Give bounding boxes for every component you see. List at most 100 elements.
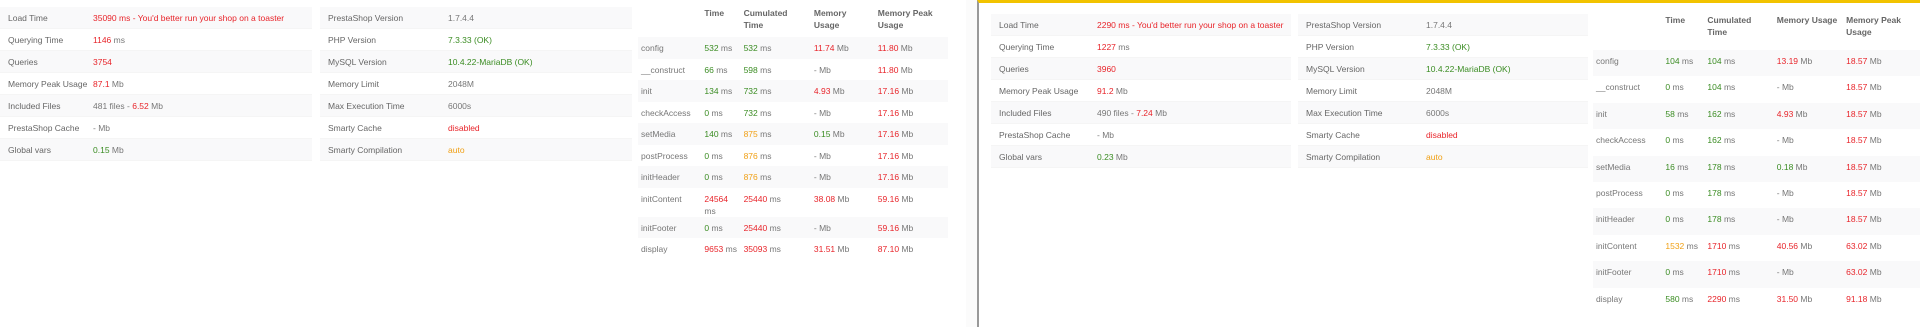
config-label: Memory Limit	[328, 78, 380, 89]
hook-row: setMedia 140 ms 875 ms 0.15 Mb 17.16 Mb	[638, 123, 948, 145]
config-value: auto	[1426, 152, 1443, 162]
metric-value: 25440	[743, 222, 768, 233]
hook-peak: 18.57 Mb	[1843, 182, 1920, 208]
metric-value: 162	[1707, 135, 1722, 146]
summary-row: Memory Peak Usage 91.2 Mb	[991, 80, 1291, 102]
value-part: disabled	[448, 122, 480, 133]
summary-row: Included Files 481 files - 6.52 Mb	[0, 95, 312, 117]
value-part: 1.7.4.4	[448, 12, 474, 23]
metric-value: 1710	[1707, 267, 1727, 278]
hook-mem: - Mb	[1774, 129, 1843, 155]
hook-name: checkAccess	[641, 107, 691, 118]
summary-value: 91.2 Mb	[1097, 86, 1128, 96]
metric-unit: ms	[757, 150, 772, 161]
metric-value: 178	[1707, 161, 1722, 172]
hook-time: 0 ms	[701, 145, 740, 167]
config-value: 7.3.33 (OK)	[1426, 42, 1470, 52]
hook-mem: 31.51 Mb	[811, 238, 875, 260]
config-label: Smarty Compilation	[1306, 151, 1381, 162]
column-header: Cumulated Time	[743, 8, 788, 30]
hook-peak: 87.10 Mb	[875, 238, 948, 260]
metric-value: 876	[743, 150, 758, 161]
hook-mem: - Mb	[810, 166, 875, 188]
metric-unit: Mb	[816, 150, 831, 161]
hook-row: checkAccess 0 ms 162 ms - Mb 18.57 Mb	[1593, 129, 1920, 155]
hook-mem: - Mb	[1774, 76, 1843, 102]
config-table: PrestaShop Version 1.7.4.4 PHP Version 7.3.…	[1298, 14, 1588, 168]
metric-unit: Mb	[1867, 135, 1882, 146]
hook-cum: 876 ms	[740, 166, 811, 188]
metric-unit: Mb	[899, 86, 914, 96]
metric-unit: Mb	[898, 64, 913, 75]
summary-value: 490 files - 7.24 Mb	[1097, 108, 1167, 118]
metric-unit: ms	[713, 64, 728, 75]
hook-mem: - Mb	[1773, 208, 1844, 235]
config-row: Max Execution Time 6000s	[320, 95, 632, 117]
metric-unit: ms	[1674, 161, 1689, 172]
hook-row: __construct 66 ms 598 ms - Mb 11.80 Mb	[638, 59, 948, 81]
metric-unit: Mb	[1779, 82, 1794, 93]
summary-table: Load Time 2290 ms - You'd better run your…	[991, 14, 1291, 168]
metric-unit: ms	[757, 129, 772, 139]
column-header: Memory Peak Usage	[877, 8, 933, 30]
summary-row: Load Time 35090 ms - You'd better run you…	[0, 7, 312, 29]
metric-value: 104	[1665, 56, 1680, 66]
metric-unit: Mb	[1867, 108, 1882, 119]
config-label: Smarty Cache	[328, 122, 382, 133]
value-part: 6.52	[132, 100, 149, 111]
metric-value: 16	[1665, 161, 1675, 172]
config-row: Memory Limit 2048M	[1298, 80, 1588, 102]
summary-value: - Mb	[1097, 130, 1114, 140]
hook-row: checkAccess 0 ms 732 ms - Mb 17.16 Mb	[638, 102, 948, 124]
metric-value: 17.16	[877, 107, 900, 118]
summary-label: Load Time	[8, 12, 48, 23]
config-value: 2048M	[1426, 86, 1452, 96]
config-row: Smarty Cache disabled	[320, 117, 632, 139]
value-part: 1227	[1097, 41, 1116, 52]
hook-mem: - Mb	[811, 102, 875, 124]
config-row: MySQL Version 10.4.22-MariaDB (OK)	[1298, 58, 1588, 80]
hook-row: initHeader 0 ms 178 ms - Mb 18.57 Mb	[1593, 208, 1920, 235]
value-part: 87.1	[93, 78, 110, 89]
hook-name: postProcess	[1596, 187, 1643, 198]
metric-value: 4.93	[1776, 108, 1794, 119]
metric-unit: Mb	[899, 129, 914, 139]
value-part: - Mb	[1097, 129, 1114, 140]
hooks-head: Time Cumulated Time Memory Usage Memory Pea…	[1593, 14, 1920, 50]
hook-cum: 532 ms	[740, 37, 811, 59]
hook-time: 0 ms	[1662, 76, 1704, 102]
column-header	[638, 7, 701, 37]
hook-cum: 2290 ms	[1704, 288, 1773, 314]
metric-unit: ms	[709, 150, 723, 161]
metric-unit: ms	[1670, 187, 1684, 198]
hooks-head: Time Cumulated Time Memory Usage Memory Pea…	[638, 7, 948, 37]
metric-unit: Mb	[816, 222, 831, 233]
config-label: Smarty Cache	[1306, 129, 1360, 140]
hook-name: initHeader	[638, 166, 702, 188]
metric-value: 18.57	[1846, 135, 1868, 146]
metric-value: 59.16	[877, 193, 900, 204]
value-part: 490 files -	[1097, 107, 1137, 118]
hook-peak: 17.16 Mb	[874, 166, 948, 188]
metric-unit: ms	[1670, 135, 1684, 146]
hook-mem: 0.15 Mb	[810, 123, 875, 145]
hook-mem: 13.19 Mb	[1773, 50, 1844, 77]
hook-time: 66 ms	[701, 59, 740, 81]
column-header: Memory Peak Usage	[1846, 15, 1901, 37]
metric-unit: Mb	[1867, 187, 1882, 198]
config-value: 7.3.33 (OK)	[448, 35, 492, 45]
metric-unit: ms	[757, 64, 772, 75]
metric-value: 4.93	[813, 86, 831, 96]
hook-time: 580 ms	[1662, 288, 1704, 314]
hook-cum: 25440 ms	[740, 216, 811, 238]
metric-value: 17.16	[877, 129, 900, 139]
hooks-table: Time Cumulated Time Memory Usage Memory Pea…	[638, 7, 948, 260]
hook-row: postProcess 0 ms 178 ms - Mb 18.57 Mb	[1593, 182, 1920, 208]
hook-row: initContent 24564 ms 25440 ms 38.08 Mb 59.16…	[638, 188, 948, 217]
config-row: PrestaShop Version 1.7.4.4	[320, 7, 632, 29]
metric-unit: ms	[757, 43, 772, 53]
metric-value: 0.15	[813, 129, 831, 139]
hook-mem: 11.74 Mb	[810, 37, 875, 59]
value-part: 481 files -	[93, 100, 133, 111]
hook-name: initFooter	[1593, 261, 1663, 288]
